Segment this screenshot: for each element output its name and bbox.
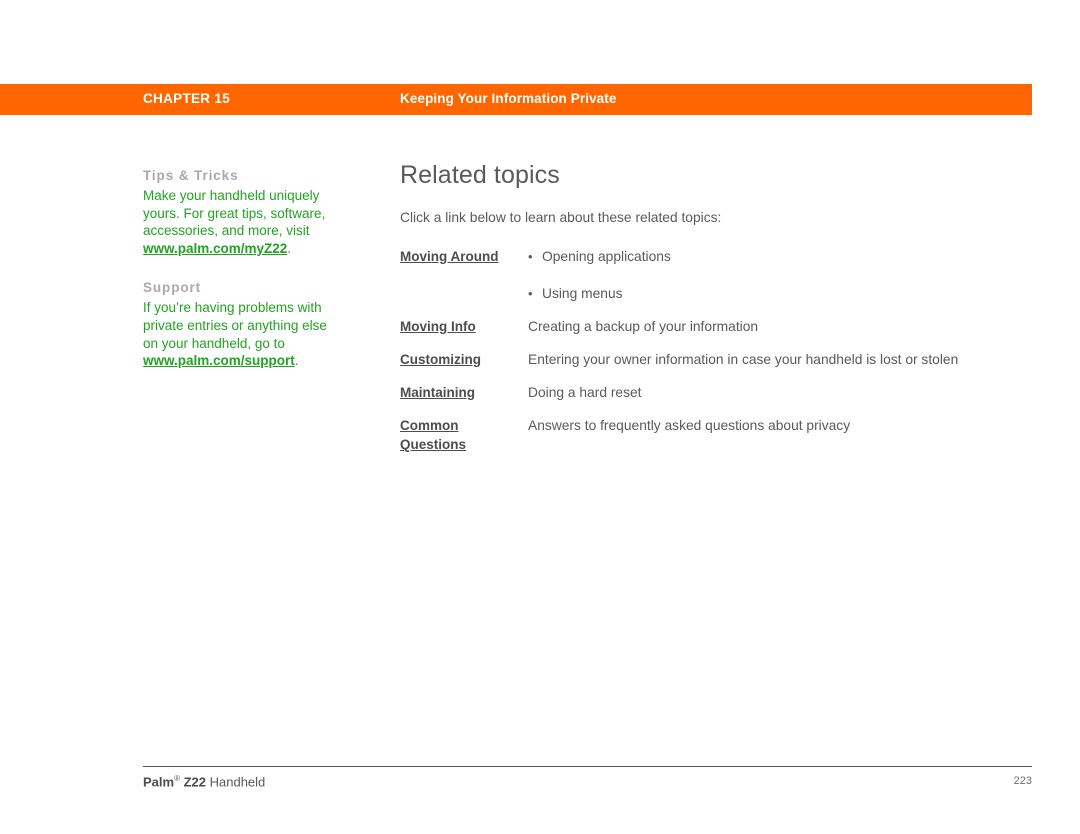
- related-topics-table: Moving Around Opening applications Using…: [400, 247, 1032, 468]
- topic-description-common-questions: Answers to frequently asked questions ab…: [528, 418, 851, 433]
- footer-brand: Palm: [143, 774, 175, 790]
- sidebar-period-tips: .: [287, 240, 292, 256]
- topic-link-common-questions-line1: Common: [400, 418, 459, 433]
- topic-link-moving-info[interactable]: Moving Info: [400, 319, 476, 334]
- sidebar-text-tips-and-tricks: Make your handheld uniquely yours. For g…: [143, 187, 343, 257]
- topic-link-cell: Moving Around: [400, 247, 528, 317]
- table-row: Common Questions Answers to frequently a…: [400, 416, 1032, 468]
- sidebar-link-support[interactable]: www.palm.com/support: [143, 353, 295, 368]
- table-row: Moving Info Creating a backup of your in…: [400, 317, 1032, 350]
- sidebar-heading-tips-and-tricks: Tips & Tricks: [143, 168, 239, 183]
- chapter-header-bar: CHAPTER 15 Keeping Your Information Priv…: [0, 84, 1032, 115]
- topic-link-common-questions[interactable]: Common Questions: [400, 418, 528, 454]
- footer-product-type: Handheld: [206, 774, 266, 790]
- table-row: Moving Around Opening applications Using…: [400, 247, 1032, 317]
- topic-description-customizing: Entering your owner information in case …: [528, 352, 959, 367]
- table-row: Customizing Entering your owner informat…: [400, 350, 1032, 383]
- topic-link-cell: Common Questions: [400, 416, 528, 468]
- page-footer: Palm® Z22 Handheld 223: [143, 766, 1032, 792]
- sidebar-block-support: Support If you’re having problems with p…: [143, 279, 343, 369]
- list-item: Opening applications: [528, 247, 1032, 266]
- topic-description-maintaining: Doing a hard reset: [528, 385, 642, 400]
- topic-link-cell: Customizing: [400, 350, 528, 383]
- topic-link-moving-around[interactable]: Moving Around: [400, 249, 498, 264]
- topic-link-cell: Moving Info: [400, 317, 528, 350]
- list-item: Using menus: [528, 284, 1032, 303]
- sidebar: Tips & Tricks Make your handheld uniquel…: [143, 167, 343, 392]
- topic-link-common-questions-line2: Questions: [400, 437, 467, 452]
- table-row: Maintaining Doing a hard reset: [400, 383, 1032, 416]
- topic-desc-cell: Opening applications Using menus: [528, 247, 1032, 317]
- topic-bullet-list: Opening applications Using menus: [528, 247, 1032, 303]
- footer-model: Z22: [183, 774, 207, 790]
- sidebar-text-support: If you’re having problems with private e…: [143, 299, 343, 369]
- page-number: 223: [1013, 775, 1032, 787]
- topic-description-moving-info: Creating a backup of your information: [528, 319, 759, 334]
- topic-link-maintaining[interactable]: Maintaining: [400, 385, 475, 400]
- sidebar-heading-support: Support: [143, 280, 202, 296]
- main-content: Related topics Click a link below to lea…: [400, 160, 1032, 468]
- footer-divider: [143, 766, 1032, 767]
- sidebar-period-support: .: [294, 353, 299, 369]
- footer-product-label: Palm® Z22 Handheld: [143, 774, 265, 789]
- chapter-number-label: CHAPTER 15: [143, 91, 231, 106]
- registered-trademark-icon: ®: [174, 774, 180, 783]
- topic-link-customizing[interactable]: Customizing: [400, 352, 481, 367]
- sidebar-body-tips-and-tricks: Make your handheld uniquely yours. For g…: [143, 188, 326, 239]
- sidebar-body-support: If you’re having problems with private e…: [143, 300, 327, 351]
- intro-text: Click a link below to learn about these …: [400, 210, 722, 225]
- page-title: Related topics: [400, 161, 560, 189]
- sidebar-link-myz22[interactable]: www.palm.com/myZ22: [143, 241, 287, 256]
- chapter-subject-label: Keeping Your Information Private: [400, 91, 617, 106]
- topic-link-cell: Maintaining: [400, 383, 528, 416]
- sidebar-block-tips-and-tricks: Tips & Tricks Make your handheld uniquel…: [143, 167, 343, 257]
